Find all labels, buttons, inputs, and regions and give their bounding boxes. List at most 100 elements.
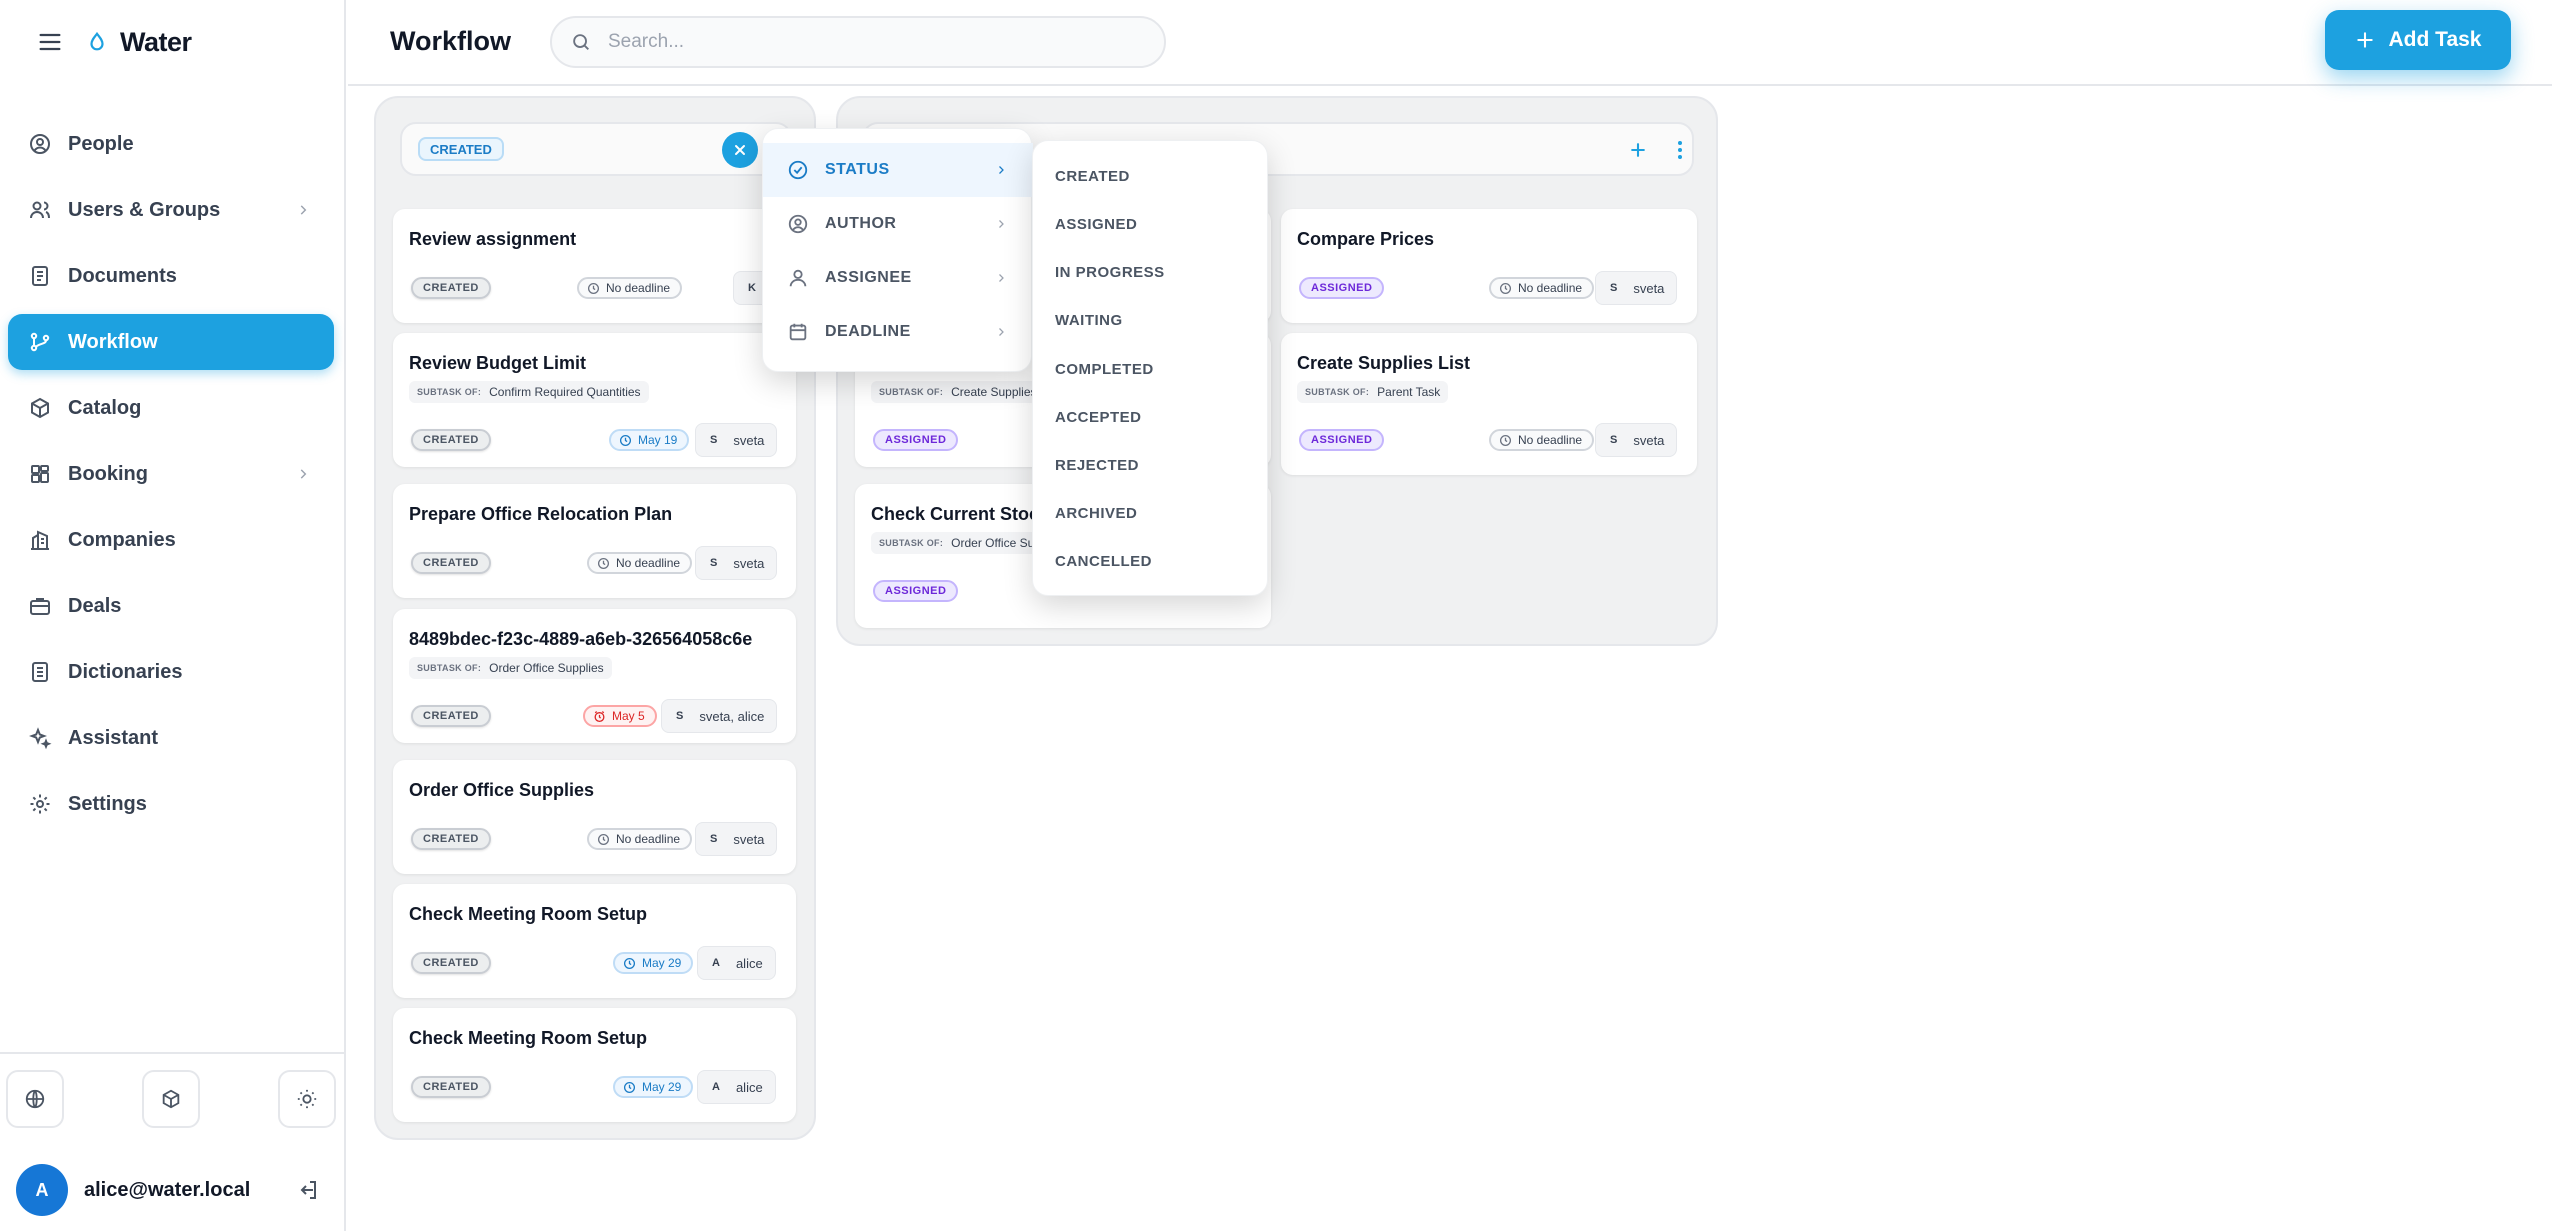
assignee-chip: Ssveta <box>1595 271 1678 305</box>
plus-icon <box>1631 143 1645 157</box>
page-title: Workflow <box>390 26 511 56</box>
water-drop-icon <box>90 31 104 51</box>
status-badge: ASSIGNED <box>873 429 959 451</box>
menu-icon[interactable] <box>36 28 64 56</box>
gear-icon <box>30 794 50 814</box>
sidebar-item-label: Catalog <box>68 396 142 419</box>
task-title: Review assignment <box>409 229 577 249</box>
sidebar-item-label: Deals <box>68 594 122 617</box>
task-card[interactable]: Compare Prices ASSIGNED No deadline Ssve… <box>1281 209 1697 323</box>
sidebar-item-label: Settings <box>68 792 147 815</box>
chevron-right-icon <box>999 220 1004 228</box>
filter-menu-label: AUTHOR <box>825 215 897 232</box>
topbar: Workflow Add Task <box>348 0 2552 86</box>
sidebar-item-assistant[interactable]: Assistant <box>8 710 334 766</box>
assignee-name: sveta <box>1633 432 1665 448</box>
status-option-assigned[interactable]: ASSIGNED <box>1033 201 1267 247</box>
sidebar-item-deals[interactable]: Deals <box>8 578 334 634</box>
deadline-text: No deadline <box>616 832 681 846</box>
logout-icon[interactable] <box>296 1178 320 1202</box>
task-card[interactable]: Review assignment CREATED No deadline Kk… <box>393 209 796 323</box>
avatar[interactable]: A <box>16 1164 68 1216</box>
column-header: CREATED <box>400 122 792 176</box>
filter-menu-item-author[interactable]: AUTHOR <box>763 197 1033 251</box>
subtask-label: SUBTASK OF: <box>1305 387 1370 397</box>
add-card-button[interactable] <box>1622 134 1654 166</box>
assignee-initial: S <box>1610 434 1618 446</box>
user-email: alice@water.local <box>84 1178 251 1201</box>
sidebar-item-users-groups[interactable]: Users & Groups <box>8 182 334 238</box>
status-option-in-progress[interactable]: IN PROGRESS <box>1033 249 1267 295</box>
assignee-name: sveta <box>733 555 765 571</box>
task-card[interactable]: Order Office Supplies CREATED No deadlin… <box>393 760 796 874</box>
search-box[interactable] <box>550 16 1166 68</box>
add-task-label: Add Task <box>2388 28 2482 51</box>
task-card[interactable]: Review Budget Limit SUBTASK OF: Confirm R… <box>393 333 796 467</box>
sun-icon <box>297 1089 317 1109</box>
subtask-of-tag: SUBTASK OF: Parent Task <box>1297 381 1449 403</box>
task-title: Compare Prices <box>1297 229 1435 249</box>
clock-icon <box>623 957 636 969</box>
chevron-right-icon <box>300 469 307 479</box>
status-option-waiting[interactable]: WAITING <box>1033 297 1267 343</box>
sidebar-item-documents[interactable]: Documents <box>8 248 334 304</box>
deadline-badge: No deadline <box>587 552 693 574</box>
filter-menu-item-deadline[interactable]: DEADLINE <box>763 305 1033 359</box>
clear-filter-button[interactable] <box>722 132 758 168</box>
sidebar-item-people[interactable]: People <box>8 116 334 172</box>
status-badge: CREATED <box>411 552 491 574</box>
cube-icon <box>31 397 49 419</box>
sidebar-item-catalog[interactable]: Catalog <box>8 380 334 436</box>
chevron-right-icon <box>999 328 1004 336</box>
theme-toggle-button[interactable] <box>278 1070 336 1128</box>
filter-menu-label: ASSIGNEE <box>825 269 912 286</box>
filter-menu: STATUS AUTHOR ASSIGNEE DEADLINE <box>762 128 1033 372</box>
sidebar-item-companies[interactable]: Companies <box>8 512 334 568</box>
column-menu-button[interactable] <box>1664 134 1696 166</box>
subtask-label: SUBTASK OF: <box>879 387 944 397</box>
status-option-created[interactable]: CREATED <box>1033 153 1267 199</box>
person-circle-icon <box>30 134 50 154</box>
sidebar-item-label: Users & Groups <box>68 198 221 221</box>
brand: Water <box>36 24 192 60</box>
chevron-right-icon <box>300 205 307 215</box>
sidebar-item-workflow[interactable]: Workflow <box>8 314 334 370</box>
status-option-rejected[interactable]: REJECTED <box>1033 442 1267 488</box>
subtask-of-tag: SUBTASK OF: Order Office Supplies <box>409 657 612 679</box>
assignee-initial: S <box>710 557 718 569</box>
modules-button[interactable] <box>142 1070 200 1128</box>
filter-menu-item-assignee[interactable]: ASSIGNEE <box>763 251 1033 305</box>
assignee-initial: S <box>710 833 718 845</box>
parent-task: Confirm Required Quantities <box>489 385 641 399</box>
search-icon <box>573 34 589 50</box>
assignee-initial: K <box>748 282 756 294</box>
filter-menu-item-status[interactable]: STATUS <box>763 143 1033 197</box>
status-badge: ASSIGNED <box>1299 277 1385 299</box>
task-card[interactable]: Prepare Office Relocation Plan CREATED N… <box>393 484 796 598</box>
assignee-chip: Aalice <box>697 1070 776 1104</box>
task-card[interactable]: Create Supplies List SUBTASK OF: Parent T… <box>1281 333 1697 475</box>
status-option-accepted[interactable]: ACCEPTED <box>1033 394 1267 440</box>
sidebar: Water People Users & Groups Documents Wo… <box>0 0 346 1231</box>
language-button[interactable] <box>6 1070 64 1128</box>
search-input[interactable] <box>608 31 1128 53</box>
sidebar-item-settings[interactable]: Settings <box>8 776 334 832</box>
task-card[interactable]: Check Meeting Room Setup CREATED May 29 … <box>393 884 796 998</box>
add-task-button[interactable]: Add Task <box>2325 10 2511 70</box>
calendar-icon <box>789 323 807 341</box>
status-option-cancelled[interactable]: CANCELLED <box>1033 538 1267 584</box>
sidebar-item-label: Workflow <box>68 330 158 353</box>
sidebar-item-dictionaries[interactable]: Dictionaries <box>8 644 334 700</box>
parent-task: Order Office Supplies <box>489 661 604 675</box>
status-option-completed[interactable]: COMPLETED <box>1033 346 1267 392</box>
task-card[interactable]: 8489bdec-f23c-4889-a6eb-326564058c6e SUB… <box>393 609 796 743</box>
parent-task: Parent Task <box>1377 385 1441 399</box>
status-option-archived[interactable]: ARCHIVED <box>1033 490 1267 536</box>
clock-icon <box>1499 282 1512 294</box>
cube-icon <box>162 1089 180 1109</box>
sidebar-item-booking[interactable]: Booking <box>8 446 334 502</box>
task-card[interactable]: Check Meeting Room Setup CREATED May 29 … <box>393 1008 796 1122</box>
subtask-label: SUBTASK OF: <box>879 538 944 548</box>
chevron-right-icon <box>999 274 1004 282</box>
task-title: Check Current Stock <box>871 504 1050 524</box>
